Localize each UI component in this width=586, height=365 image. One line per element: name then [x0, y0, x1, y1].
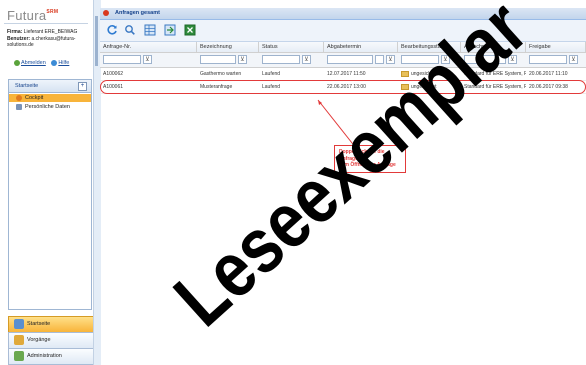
- callout-line-1: Doppelklick auf die Anfrage: [339, 149, 385, 162]
- annotation-arrow: [317, 99, 357, 149]
- annotation-callout: Doppelklick auf die Anfrage zum Öffnen d…: [334, 145, 406, 173]
- callout-line-2: zum Öffnen der Anfrage: [339, 162, 396, 168]
